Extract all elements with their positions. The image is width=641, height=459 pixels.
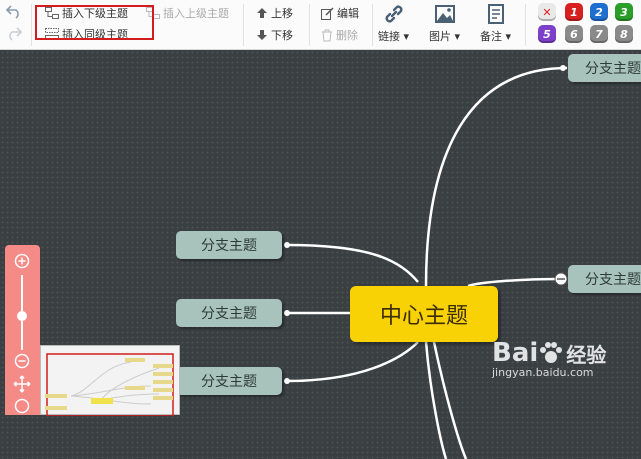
branch-topic[interactable]: 分支主题	[568, 54, 641, 82]
zoom-in-button[interactable]	[13, 252, 31, 270]
move-down-label: 下移	[271, 29, 293, 42]
priority-7-button[interactable]: 7	[590, 25, 608, 43]
toolbar: 插入下级主题 插入上级主题 插入同级主题 上移 下移 编辑 删除 链接 ▾ 图片…	[0, 0, 641, 50]
link-label: 链接	[378, 30, 400, 43]
zoom-slider-handle[interactable]	[17, 311, 27, 321]
separator	[372, 4, 373, 46]
zoom-out-icon	[14, 353, 30, 369]
image-button[interactable]: 图片 ▾	[429, 2, 460, 44]
minimap-preview	[45, 353, 174, 417]
zoom-in-icon	[14, 253, 30, 269]
branch-topic[interactable]: 分支主题	[176, 299, 282, 327]
undo-button[interactable]	[5, 3, 23, 19]
redo-icon	[9, 27, 23, 41]
locate-icon	[14, 398, 30, 414]
move-icon	[13, 375, 31, 393]
priority-2-button[interactable]: 2	[590, 3, 608, 21]
move-down-button[interactable]: 下移	[256, 27, 293, 43]
edit-button[interactable]: 编辑	[321, 5, 359, 21]
center-topic[interactable]: 中心主题	[350, 286, 498, 342]
chevron-down-icon: ▾	[505, 30, 512, 43]
priority-1-button[interactable]: 1	[565, 3, 583, 21]
note-icon	[487, 4, 504, 24]
insert-parent-button[interactable]: 插入上级主题	[146, 5, 229, 21]
delete-button[interactable]: 删除	[321, 27, 358, 43]
chevron-down-icon: ▾	[403, 30, 410, 43]
edit-label: 编辑	[337, 7, 359, 20]
separator	[243, 4, 244, 46]
insert-parent-label: 插入上级主题	[163, 7, 229, 20]
zoom-out-button[interactable]	[13, 352, 31, 370]
branch-topic[interactable]: 分支主题	[176, 367, 282, 395]
image-icon	[434, 5, 455, 23]
delete-label: 删除	[336, 29, 358, 42]
separator	[31, 4, 32, 46]
priority-3-button[interactable]: 3	[615, 3, 633, 21]
image-label: 图片	[429, 30, 451, 43]
priority-5-button[interactable]: 5	[538, 25, 556, 43]
move-up-label: 上移	[271, 7, 293, 20]
link-button[interactable]: 链接 ▾	[378, 2, 409, 44]
link-icon	[385, 5, 402, 23]
edit-icon	[321, 6, 334, 20]
highlight-box	[35, 5, 154, 40]
note-button[interactable]: 备注 ▾	[480, 2, 511, 44]
branch-topic[interactable]: 分支主题	[568, 265, 641, 293]
priority-clear-button[interactable]: ✕	[538, 3, 556, 21]
fit-button[interactable]	[13, 397, 31, 415]
trash-icon	[322, 29, 332, 41]
zoom-bar	[5, 245, 40, 415]
priority-8-button[interactable]: 8	[615, 25, 633, 43]
pan-button[interactable]	[13, 375, 31, 393]
chevron-down-icon: ▾	[454, 30, 461, 43]
note-label: 备注	[480, 30, 502, 43]
arrow-down-icon	[257, 30, 267, 40]
arrow-up-icon	[257, 8, 267, 18]
separator	[309, 4, 310, 46]
move-up-button[interactable]: 上移	[256, 5, 293, 21]
priority-6-button[interactable]: 6	[565, 25, 583, 43]
separator	[525, 4, 526, 46]
redo-button[interactable]	[5, 25, 23, 41]
branch-topic[interactable]: 分支主题	[176, 231, 282, 259]
undo-icon	[5, 5, 19, 19]
minimap[interactable]	[40, 345, 180, 417]
